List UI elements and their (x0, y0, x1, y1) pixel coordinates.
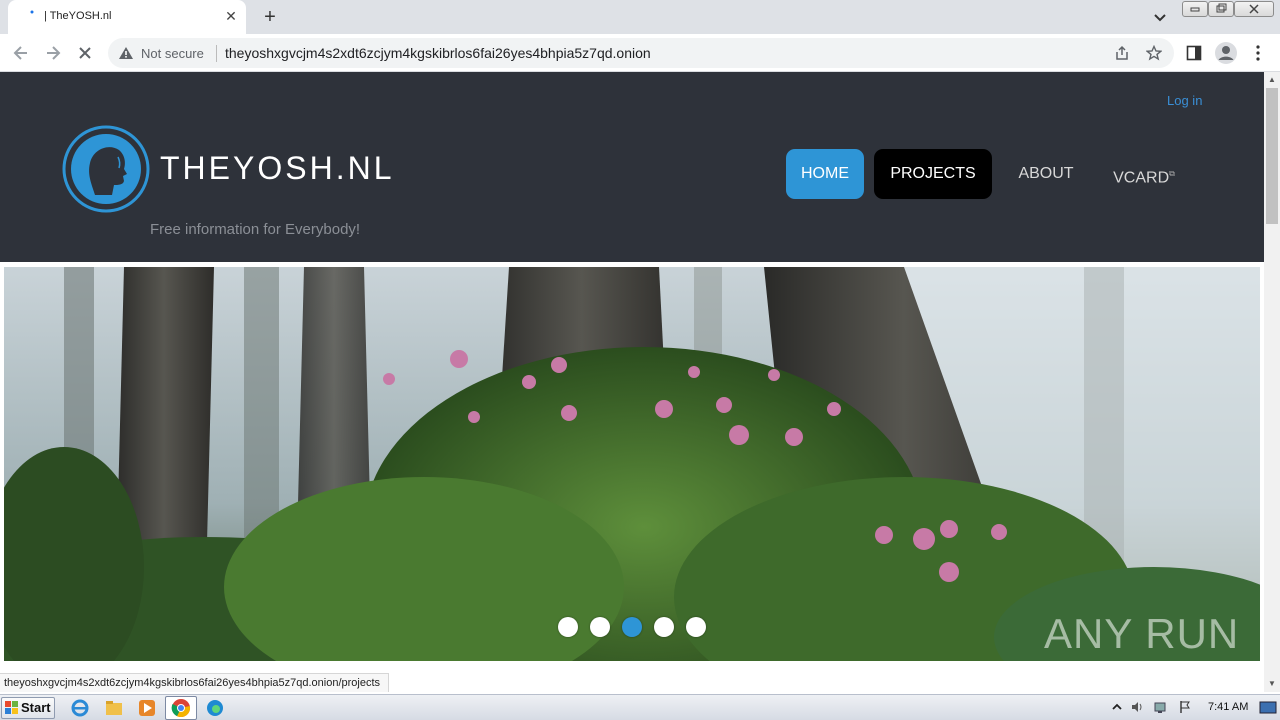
close-icon (1249, 4, 1259, 14)
back-arrow-icon[interactable] (10, 42, 32, 64)
minimize-icon (1190, 7, 1200, 12)
address-bar[interactable]: Not secure theyoshxgvcjm4s2xdt6zcjym4kgs… (108, 38, 1174, 68)
scrollbar-thumb[interactable] (1266, 88, 1278, 224)
slider-dot-1[interactable] (558, 617, 578, 637)
nav-projects[interactable]: PROJECTS (874, 149, 992, 199)
nav-vcard[interactable]: VCARD⧉ (1102, 149, 1186, 199)
share-icon[interactable] (1114, 45, 1130, 61)
close-window-button[interactable] (1234, 1, 1274, 17)
action-center-flag-icon[interactable] (1178, 700, 1192, 714)
media-player-icon[interactable] (137, 698, 157, 718)
nav-home[interactable]: HOME (786, 149, 864, 199)
page-viewport: Log in THEYOSH.NL Free information for E… (0, 72, 1264, 672)
start-label: Start (21, 700, 51, 715)
side-panel-icon[interactable] (1186, 45, 1202, 61)
slider-dot-5[interactable] (686, 617, 706, 637)
slider-dot-2[interactable] (590, 617, 610, 637)
tab-close-icon[interactable]: ✕ (222, 7, 240, 25)
windows-logo-icon (5, 701, 18, 714)
loading-favicon-icon (30, 10, 34, 14)
chrome-icon (171, 699, 191, 718)
show-desktop-icon[interactable] (1259, 701, 1277, 715)
url-text[interactable]: theyoshxgvcjm4s2xdt6zcjym4kgskibrlos6fai… (225, 45, 651, 61)
tab-title: | TheYOSH.nl (44, 10, 112, 22)
tray-expand-icon[interactable] (1110, 700, 1124, 714)
browser-tab-strip: | TheYOSH.nl ✕ + (0, 0, 1280, 34)
new-tab-button[interactable]: + (259, 6, 281, 28)
warning-icon[interactable] (118, 46, 134, 60)
bookmark-star-icon[interactable] (1146, 45, 1162, 61)
image-slider[interactable]: ANY RUN (4, 267, 1260, 661)
browser-toolbar: Not secure theyoshxgvcjm4s2xdt6zcjym4kgs… (0, 34, 1280, 72)
scroll-down-arrow-icon[interactable]: ▼ (1264, 676, 1280, 692)
login-link[interactable]: Log in (1167, 93, 1202, 108)
site-logo-icon[interactable] (62, 125, 150, 213)
anyrun-watermark: ANY RUN (1044, 610, 1240, 657)
scroll-up-arrow-icon[interactable]: ▲ (1264, 72, 1280, 88)
chevron-down-icon[interactable] (1150, 7, 1170, 27)
network-icon[interactable] (1154, 700, 1168, 714)
site-brand-title[interactable]: THEYOSH.NL (160, 150, 394, 187)
external-link-icon: ⧉ (1169, 169, 1175, 178)
forward-arrow-icon[interactable] (42, 42, 64, 64)
link-status-bubble: theyoshxgvcjm4s2xdt6zcjym4kgskibrlos6fai… (0, 673, 390, 692)
omnibox-separator (216, 45, 217, 62)
stop-loading-icon[interactable] (74, 42, 96, 64)
start-button[interactable]: Start (1, 697, 55, 719)
slider-dot-3[interactable] (622, 617, 642, 637)
browser-tab[interactable]: | TheYOSH.nl ✕ (8, 0, 246, 34)
slider-dot-4[interactable] (654, 617, 674, 637)
edge-icon[interactable] (205, 698, 225, 718)
file-explorer-icon[interactable] (104, 698, 124, 718)
nav-about[interactable]: ABOUT (1004, 149, 1088, 199)
taskbar-clock[interactable]: 7:41 AM (1208, 701, 1248, 713)
nav-vcard-label: VCARD (1113, 169, 1170, 187)
windows-taskbar: Start 7:41 AM (0, 694, 1280, 720)
browser-menu-icon[interactable] (1252, 44, 1264, 62)
internet-explorer-icon[interactable] (70, 698, 90, 718)
site-header: Log in THEYOSH.NL Free information for E… (0, 72, 1264, 262)
page-scrollbar[interactable]: ▲ ▼ (1264, 72, 1280, 692)
restore-window-button[interactable] (1208, 1, 1234, 17)
restore-icon (1216, 3, 1227, 13)
profile-avatar-icon[interactable] (1214, 41, 1238, 65)
not-secure-label[interactable]: Not secure (141, 46, 204, 61)
forest-slide-image (4, 267, 1260, 661)
slider-pagination (558, 617, 718, 639)
minimize-window-button[interactable] (1182, 1, 1208, 17)
chrome-taskbar-button[interactable] (165, 696, 197, 720)
site-tagline: Free information for Everybody! (150, 221, 361, 238)
volume-icon[interactable] (1130, 700, 1144, 714)
